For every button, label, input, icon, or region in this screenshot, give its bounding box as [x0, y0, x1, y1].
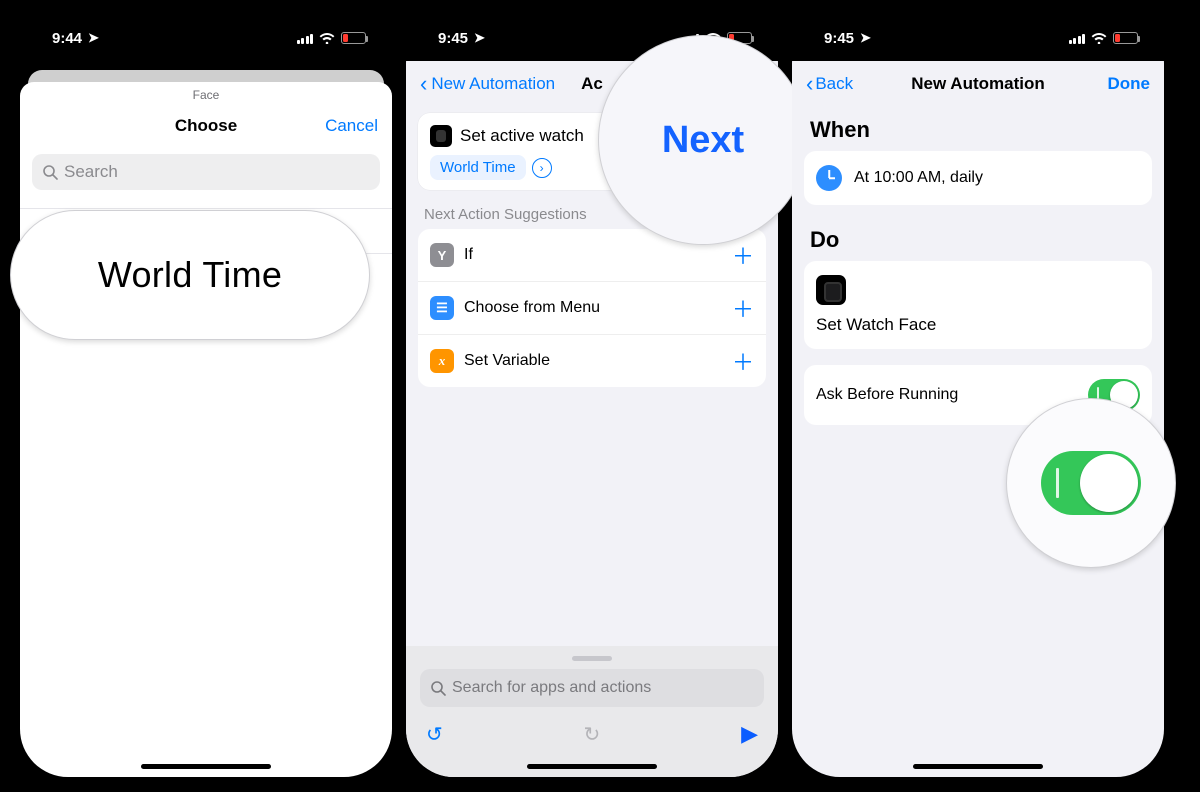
clock-icon	[816, 165, 842, 191]
phone-screen-1: 9:44 ➤ Face Choose Cancel	[20, 15, 392, 777]
run-button[interactable]: ▶	[741, 721, 758, 747]
toggle-knob	[1080, 454, 1138, 512]
back-button[interactable]: ‹ Back	[806, 73, 853, 95]
callout-magnifier-toggle	[1006, 398, 1176, 568]
phone-screen-3: 9:45 ➤ ‹ Back New Automation Done When	[792, 15, 1164, 777]
actions-search-placeholder: Search for apps and actions	[452, 679, 651, 697]
search-input[interactable]: Search	[32, 154, 380, 190]
status-bar: 9:45 ➤	[792, 15, 1164, 61]
when-card[interactable]: At 10:00 AM, daily	[804, 151, 1152, 205]
when-text: At 10:00 AM, daily	[854, 169, 983, 187]
actions-search-input[interactable]: Search for apps and actions	[420, 669, 764, 707]
done-button[interactable]: Done	[1108, 74, 1151, 94]
suggestion-label: If	[464, 246, 473, 264]
ask-before-running-label: Ask Before Running	[816, 386, 958, 404]
variable-icon: x	[430, 349, 454, 373]
add-icon[interactable]: ＋	[732, 345, 754, 377]
battery-icon	[341, 32, 366, 44]
callout-magnifier-next: Next	[598, 35, 808, 245]
undo-button[interactable]: ↺	[426, 722, 443, 747]
suggestions-list: Y If ＋ ☰ Choose from Menu ＋ x Set Variab…	[418, 229, 766, 387]
cell-signal-icon	[1069, 33, 1086, 44]
callout-magnifier-world-time: World Time	[10, 210, 370, 340]
watch-face-chip[interactable]: World Time	[430, 155, 526, 180]
branch-icon: Y	[430, 243, 454, 267]
when-header: When	[810, 117, 1146, 143]
search-icon	[42, 164, 58, 180]
choose-sheet: Face Choose Cancel Search World Time Ask…	[20, 82, 392, 777]
back-label: Back	[815, 74, 853, 94]
toggle-on-mark	[1056, 468, 1059, 498]
wifi-icon	[1091, 32, 1107, 44]
suggestion-set-variable[interactable]: x Set Variable ＋	[418, 335, 766, 387]
toggle-magnified	[1041, 451, 1141, 515]
expand-chip-button[interactable]: ›	[532, 158, 552, 178]
action-label: Set active watch	[460, 126, 584, 146]
do-label: Set Watch Face	[816, 315, 1140, 335]
add-icon[interactable]: ＋	[732, 292, 754, 324]
sheet-header: Choose Cancel	[20, 104, 392, 148]
add-icon[interactable]: ＋	[732, 239, 754, 271]
status-time: 9:45	[824, 30, 854, 47]
status-bar: 9:44 ➤	[20, 15, 392, 61]
nav-title-partial: Ac	[581, 74, 603, 94]
chevron-left-icon: ‹	[420, 73, 427, 95]
callout-label: Next	[662, 119, 744, 162]
home-indicator[interactable]	[527, 764, 657, 769]
bottom-panel: Search for apps and actions ↺ ↻ ▶	[406, 646, 778, 777]
back-label: New Automation	[431, 74, 555, 94]
home-indicator[interactable]	[141, 764, 271, 769]
nav-bar: ‹ Back New Automation Done	[792, 61, 1164, 107]
drag-handle[interactable]	[572, 656, 612, 661]
status-time: 9:44	[52, 30, 82, 47]
suggestion-choose-menu[interactable]: ☰ Choose from Menu ＋	[418, 282, 766, 335]
sheet-context-label: Face	[20, 88, 392, 102]
phone-screen-2: 9:45 ➤ ‹ New Automation Ac Next	[406, 15, 778, 777]
suggestion-label: Set Variable	[464, 352, 550, 370]
callout-label: World Time	[98, 254, 282, 296]
cell-signal-icon	[297, 33, 314, 44]
sheet-title: Choose	[175, 116, 237, 136]
cancel-button[interactable]: Cancel	[325, 116, 378, 136]
status-time: 9:45	[438, 30, 468, 47]
location-icon: ➤	[474, 30, 485, 46]
do-card[interactable]: Set Watch Face	[804, 261, 1152, 349]
watch-app-icon	[430, 125, 452, 147]
battery-icon	[1113, 32, 1138, 44]
wifi-icon	[319, 32, 335, 44]
watch-app-icon	[816, 275, 846, 305]
suggestion-label: Choose from Menu	[464, 299, 600, 317]
search-placeholder: Search	[64, 162, 118, 182]
back-button[interactable]: ‹ New Automation	[420, 73, 555, 95]
location-icon: ➤	[88, 30, 99, 46]
redo-button: ↻	[584, 722, 601, 747]
search-icon	[430, 680, 446, 696]
chevron-left-icon: ‹	[806, 73, 813, 95]
do-header: Do	[810, 227, 1146, 253]
location-icon: ➤	[860, 30, 871, 46]
home-indicator[interactable]	[913, 764, 1043, 769]
nav-title: New Automation	[911, 74, 1044, 94]
menu-icon: ☰	[430, 296, 454, 320]
